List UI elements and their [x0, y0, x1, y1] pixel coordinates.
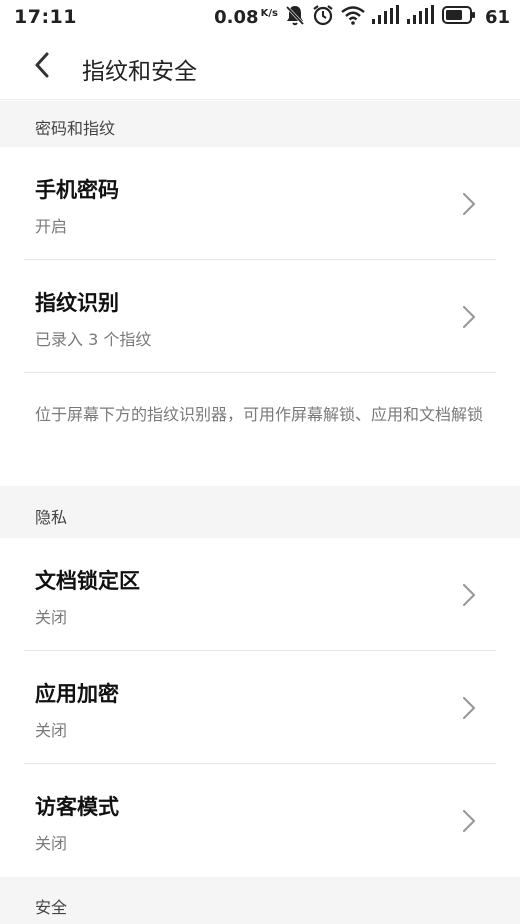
- row-status: 关闭: [35, 608, 68, 627]
- signal-icon: [406, 5, 435, 29]
- network-speed: 0.08 K/s: [214, 7, 278, 28]
- row-guest-mode[interactable]: 访客模式 关闭: [0, 764, 520, 877]
- bell-off-icon: [285, 4, 305, 30]
- row-app-encryption[interactable]: 应用加密 关闭: [0, 651, 520, 764]
- wifi-icon: [341, 5, 365, 29]
- section-title: 安全: [35, 898, 68, 917]
- row-title: 文档锁定区: [35, 569, 140, 593]
- battery-icon: [441, 6, 476, 28]
- chevron-right-icon: [462, 809, 476, 833]
- row-title: 应用加密: [35, 682, 119, 706]
- section-header-privacy: 隐私: [0, 486, 520, 538]
- section-title: 密码和指纹: [35, 119, 116, 138]
- chevron-left-icon: [34, 52, 50, 82]
- battery-level: 61: [484, 6, 510, 28]
- row-status: 关闭: [35, 834, 68, 853]
- row-fingerprint[interactable]: 指纹识别 已录入 3 个指纹: [0, 260, 520, 373]
- chevron-right-icon: [462, 305, 476, 329]
- status-icons: 0.08 K/s 61: [214, 4, 510, 30]
- chevron-right-icon: [462, 192, 476, 216]
- status-time: 17:11: [14, 6, 77, 28]
- row-phone-password[interactable]: 手机密码 开启: [0, 147, 520, 260]
- section-title: 隐私: [35, 508, 68, 527]
- chevron-right-icon: [462, 696, 476, 720]
- row-title: 手机密码: [35, 178, 119, 202]
- network-speed-unit: K/s: [260, 7, 278, 19]
- row-title: 指纹识别: [35, 291, 119, 315]
- status-bar: 17:11 0.08 K/s 61: [0, 0, 520, 34]
- app-header: 指纹和安全: [0, 34, 520, 100]
- network-speed-value: 0.08: [214, 6, 259, 28]
- row-status: 关闭: [35, 721, 68, 740]
- chevron-right-icon: [462, 583, 476, 607]
- section-header-security: 安全: [0, 877, 520, 924]
- row-status: 开启: [35, 217, 68, 236]
- row-document-lock[interactable]: 文档锁定区 关闭: [0, 538, 520, 651]
- row-status: 已录入 3 个指纹: [35, 330, 152, 349]
- page-title: 指纹和安全: [82, 59, 197, 85]
- divider: [24, 372, 496, 373]
- signal-icon: [371, 5, 400, 29]
- alarm-icon: [312, 4, 334, 30]
- section-header-password-fingerprint: 密码和指纹: [0, 101, 520, 147]
- back-button[interactable]: [22, 46, 62, 88]
- row-title: 访客模式: [35, 795, 119, 819]
- fingerprint-description: 位于屏幕下方的指纹识别器，可用作屏幕解锁、应用和文档解锁: [35, 405, 484, 424]
